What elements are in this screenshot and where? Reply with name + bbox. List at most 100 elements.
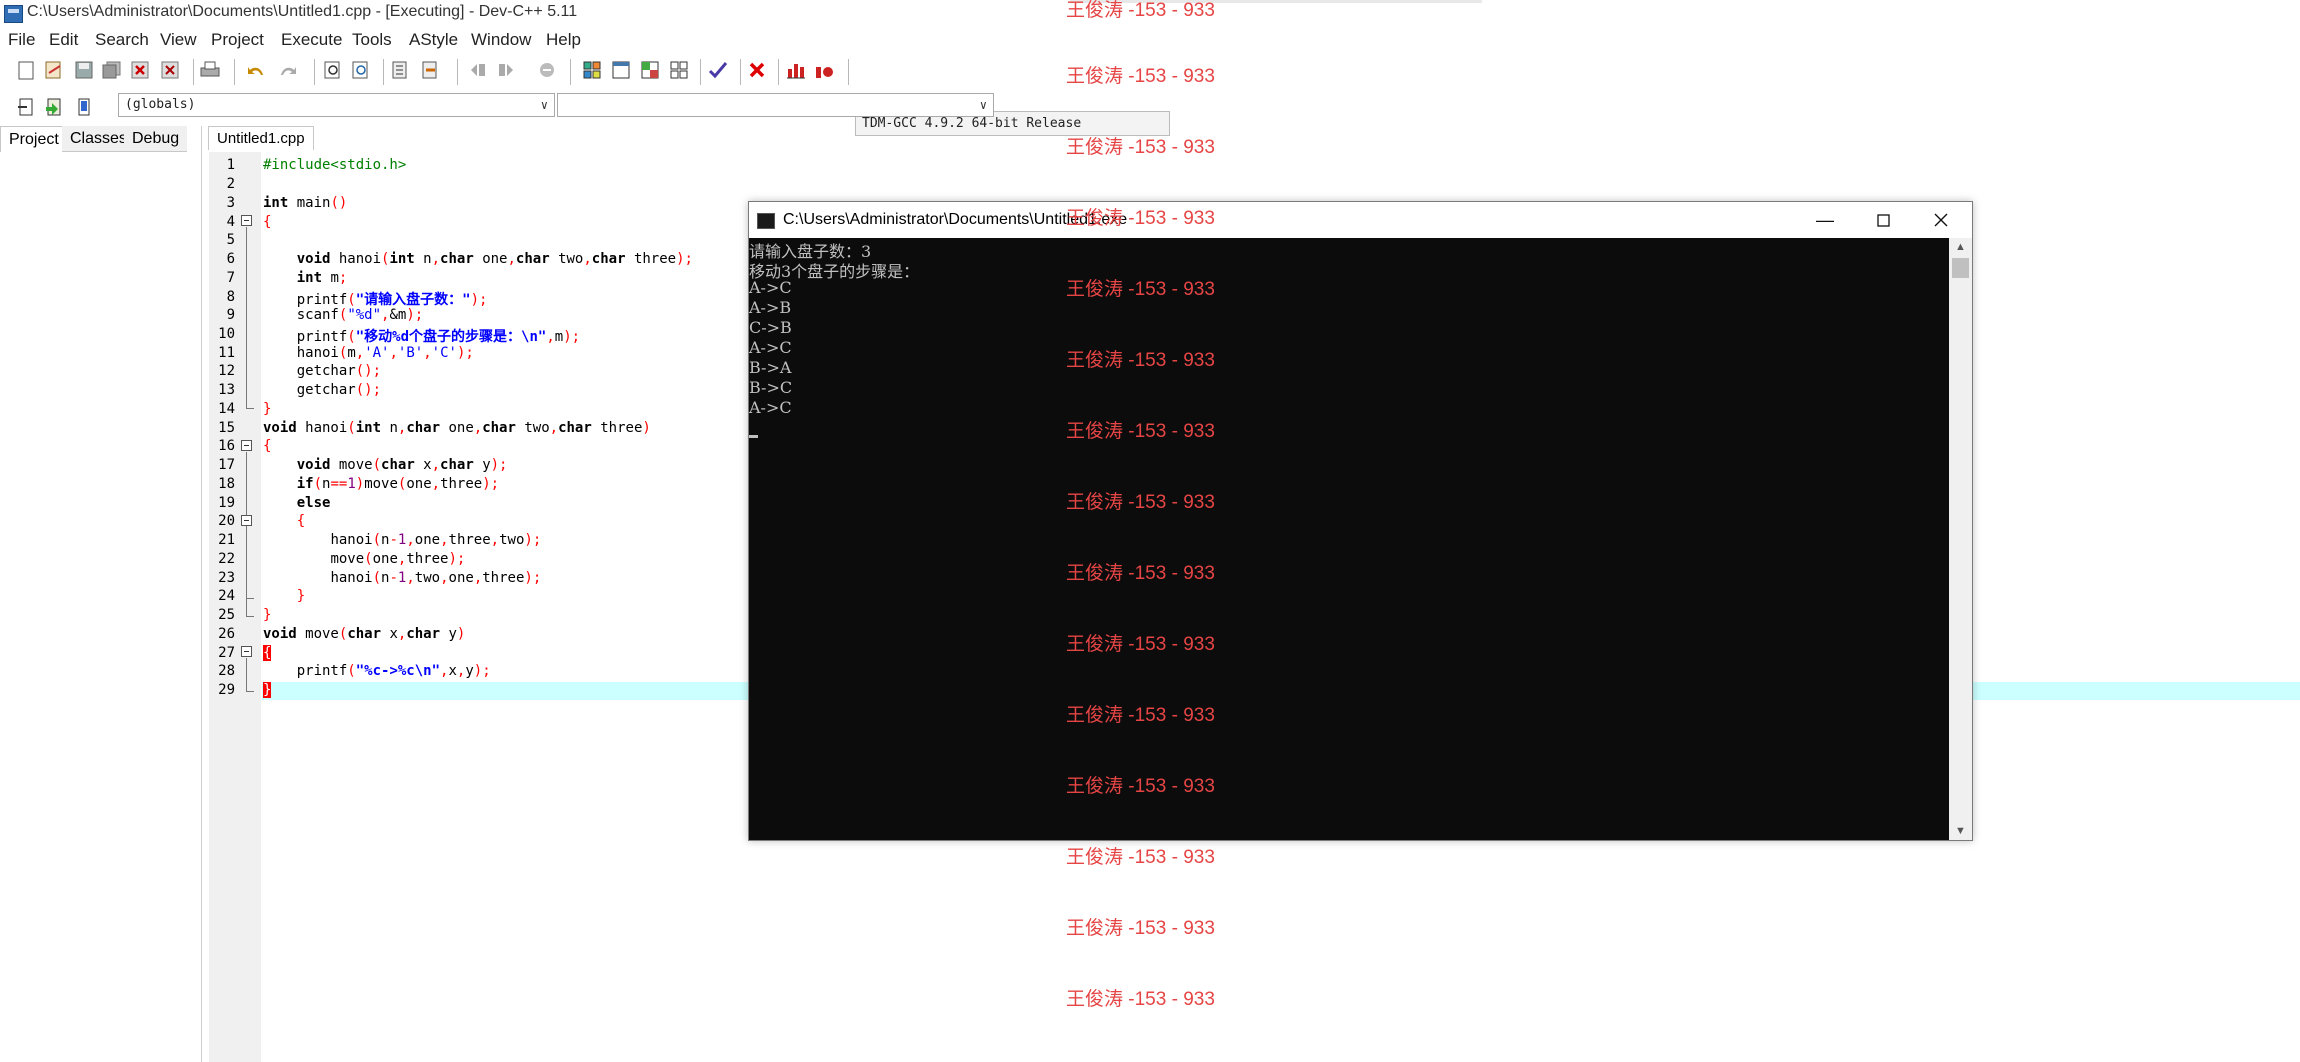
new-file-icon[interactable] (14, 58, 38, 82)
toggle-comment-icon[interactable] (535, 58, 559, 82)
remove-from-project-icon[interactable] (638, 58, 662, 82)
watermark-text: 王俊涛 -153 - 933 (1066, 279, 1215, 300)
fold-line (246, 527, 247, 598)
code-line-10: printf("移动%d个盘子的步骤是：\n",m); (296, 329, 581, 345)
console-window[interactable]: C:\Users\Administrator\Documents\Untitle… (748, 201, 1973, 841)
toolbar-separator (778, 59, 779, 85)
line-number: 22 (218, 551, 235, 567)
goto-bookmark-icon[interactable] (72, 95, 96, 119)
minimize-button[interactable]: — (1796, 202, 1854, 238)
line-number: 6 (226, 251, 235, 267)
line-number: 3 (226, 195, 235, 211)
code-line-23: hanoi(n-1,two,one,three); (330, 570, 542, 586)
code-line-16: { (263, 438, 272, 454)
code-line-21: hanoi(n-1,one,three,two); (330, 532, 542, 548)
redo-icon[interactable] (276, 58, 300, 82)
toggle-bookmark-icon[interactable] (42, 95, 66, 119)
menu-edit[interactable]: Edit (49, 30, 78, 50)
console-line: A->B (749, 298, 792, 317)
line-number: 14 (218, 401, 235, 417)
code-line-28: printf("%c->%c\n",x,y); (296, 663, 491, 679)
scrollbar-thumb[interactable] (1952, 258, 1969, 278)
console-line: A->C (749, 398, 792, 417)
line-number: 7 (226, 270, 235, 286)
toolbar-separator (314, 59, 315, 85)
replace-icon[interactable] (349, 58, 373, 82)
project-options-icon[interactable] (667, 58, 691, 82)
fold-toggle-icon[interactable] (241, 515, 252, 526)
menu-astyle[interactable]: AStyle (409, 30, 458, 50)
code-line-24: } (296, 588, 306, 604)
check-syntax-icon[interactable] (706, 58, 730, 82)
fold-line (246, 408, 254, 409)
console-scrollbar[interactable]: ▲ ▼ (1949, 238, 1972, 840)
open-file-icon[interactable] (42, 58, 66, 82)
fold-toggle-icon[interactable] (241, 215, 252, 226)
goto-function-icon[interactable] (418, 58, 442, 82)
menu-help[interactable]: Help (546, 30, 581, 50)
code-line-25: } (263, 607, 272, 623)
print-icon[interactable] (198, 58, 222, 82)
close-all-icon[interactable] (158, 58, 182, 82)
line-number: 9 (226, 307, 235, 323)
watermark-text: 王俊涛 -153 - 933 (1066, 563, 1215, 584)
line-number: 18 (218, 476, 235, 492)
menu-project[interactable]: Project (211, 30, 264, 50)
console-title-bar[interactable]: C:\Users\Administrator\Documents\Untitle… (749, 202, 1972, 238)
line-number: 4 (226, 214, 235, 230)
new-project-icon[interactable] (580, 58, 604, 82)
add-to-project-icon[interactable] (609, 58, 633, 82)
console-output[interactable]: 请输入盘子数：3 移动3个盘子的步骤是： A->C A->B C->B A->C… (749, 238, 1949, 840)
editor-tab-untitled1[interactable]: Untitled1.cpp (208, 126, 314, 150)
menu-view[interactable]: View (160, 30, 197, 50)
code-line-6: void hanoi(int n,char one,char two,char … (296, 251, 693, 267)
tab-project[interactable]: Project (0, 126, 68, 152)
watermark-text: 王俊涛 -153 - 933 (1066, 350, 1215, 371)
toolbar-separator (848, 59, 849, 85)
class-select[interactable]: (globals) ∨ (118, 93, 555, 117)
scroll-up-icon[interactable]: ▲ (1949, 238, 1972, 256)
close-file-icon[interactable] (128, 58, 152, 82)
menu-tools[interactable]: Tools (352, 30, 392, 50)
maximize-button[interactable] (1854, 202, 1912, 238)
close-button[interactable] (1912, 202, 1970, 238)
console-app-icon (757, 213, 775, 229)
line-number: 20 (218, 513, 235, 529)
fold-toggle-icon[interactable] (241, 646, 252, 657)
code-line-15: void hanoi(int n,char one,char two,char … (263, 420, 651, 436)
menu-window[interactable]: Window (471, 30, 531, 50)
code-line-11: hanoi(m,'A','B','C'); (296, 345, 474, 361)
function-select[interactable]: ∨ (557, 93, 994, 117)
window-title: C:\Users\Administrator\Documents\Untitle… (27, 3, 578, 20)
save-icon[interactable] (72, 58, 96, 82)
line-number: 21 (218, 532, 235, 548)
class-toolbar: (globals) ∨ ∨ (0, 90, 1000, 124)
fold-toggle-icon[interactable] (241, 440, 252, 451)
fold-line (246, 616, 254, 617)
console-line: A->C (749, 338, 792, 357)
menu-execute[interactable]: Execute (281, 30, 342, 50)
code-line-27: { (263, 645, 272, 661)
undo-icon[interactable] (244, 58, 268, 82)
unindent-icon[interactable] (494, 58, 518, 82)
insert-icon[interactable] (14, 95, 38, 119)
scroll-down-icon[interactable]: ▼ (1949, 822, 1972, 840)
console-cursor (749, 435, 758, 438)
find-icon[interactable] (321, 58, 345, 82)
line-number: 11 (218, 345, 235, 361)
tab-debug[interactable]: Debug (124, 126, 188, 152)
stop-execution-icon[interactable] (745, 58, 769, 82)
save-all-icon[interactable] (100, 58, 124, 82)
goto-line-icon[interactable] (388, 58, 412, 82)
line-number: 17 (218, 457, 235, 473)
profile-analysis-icon[interactable] (784, 58, 808, 82)
indent-icon[interactable] (466, 58, 490, 82)
menu-file[interactable]: File (8, 30, 35, 50)
menu-search[interactable]: Search (95, 30, 149, 50)
line-number: 10 (218, 326, 235, 342)
debug-icon[interactable] (812, 58, 836, 82)
fold-line (246, 691, 254, 692)
line-number: 28 (218, 663, 235, 679)
line-number: 13 (218, 382, 235, 398)
project-panel: Project Classes Debug (0, 126, 202, 1062)
